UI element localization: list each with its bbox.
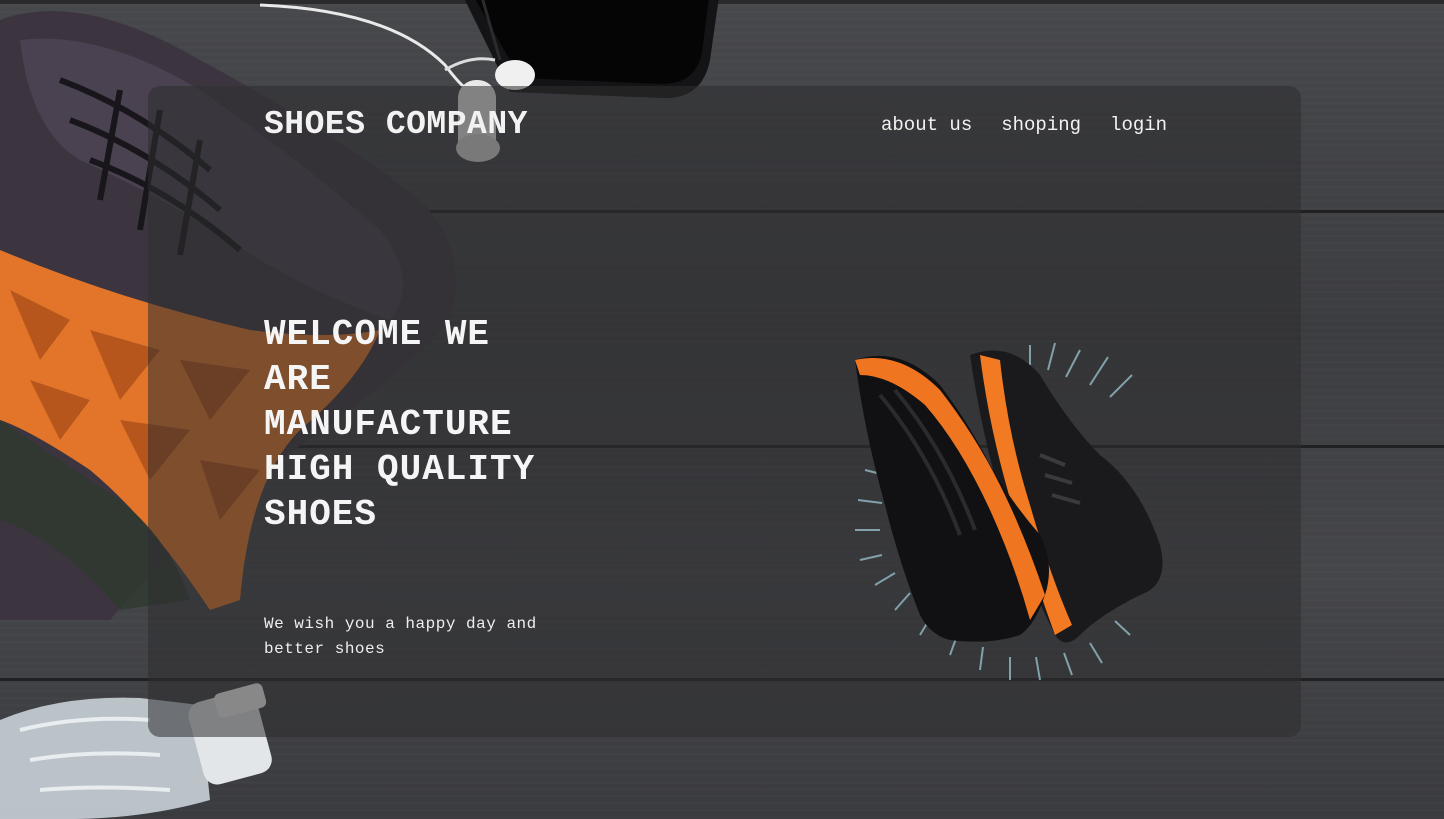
hero-title: WELCOME WE ARE MANUFACTURE HIGH QUALITY … <box>264 314 536 535</box>
nav-link-shoping[interactable]: shoping <box>1001 114 1081 136</box>
nav-link-about-us[interactable]: about us <box>881 114 972 136</box>
main-nav: about us shoping login <box>881 114 1167 136</box>
hero-subtitle: We wish you a happy day and better shoes <box>264 615 537 658</box>
nav-link-login[interactable]: login <box>1110 114 1167 136</box>
brand-logo[interactable]: SHOES COMPANY <box>264 106 528 143</box>
product-shoes-image <box>855 342 1163 681</box>
